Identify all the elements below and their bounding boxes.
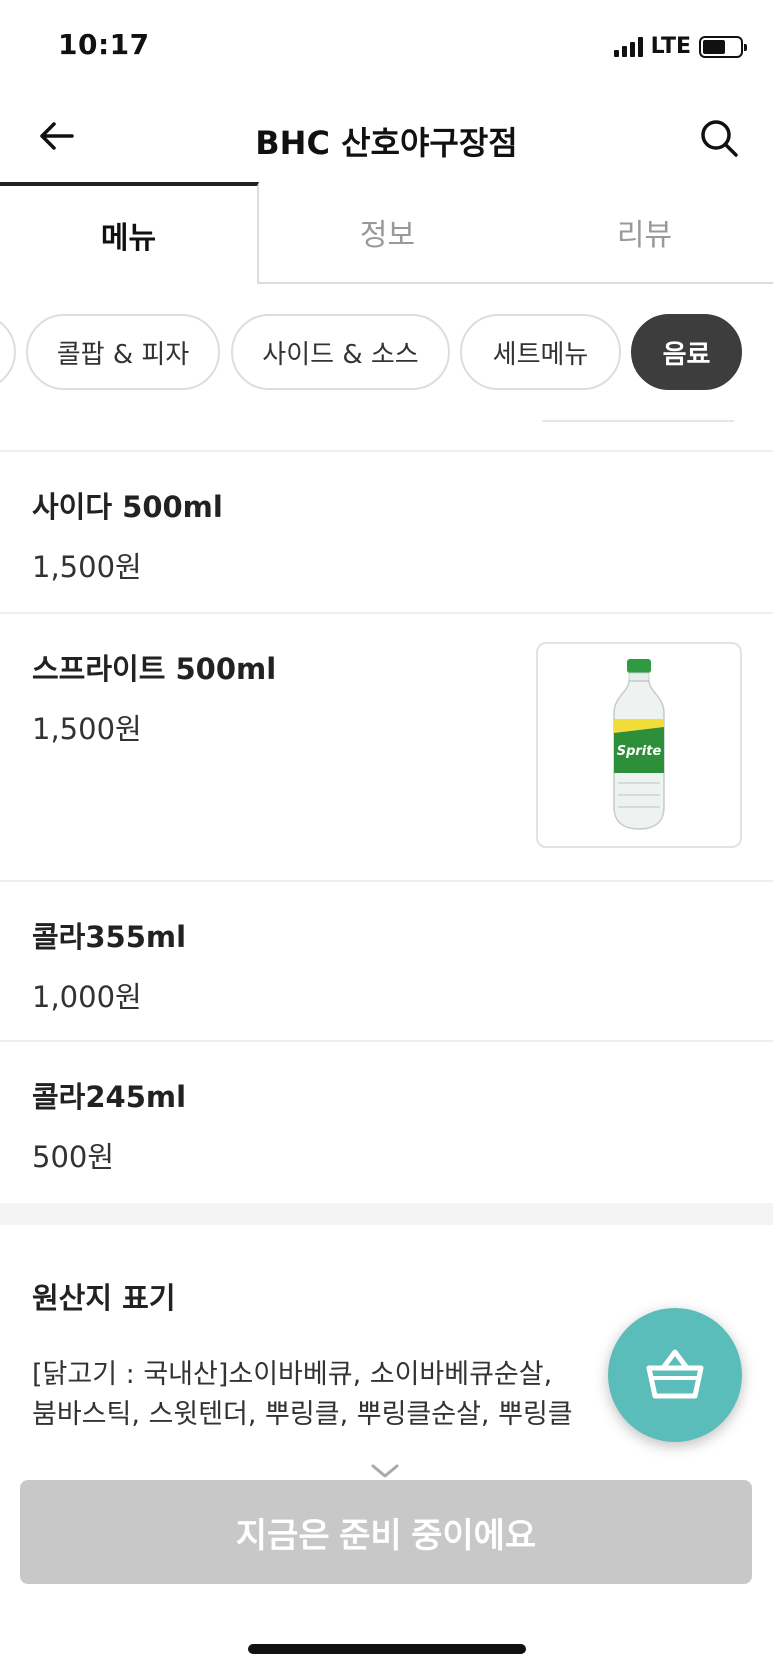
menu-item-price: 1,000원 — [32, 980, 142, 1014]
search-button[interactable] — [695, 114, 743, 162]
menu-item-name: 스프라이트 500ml — [32, 652, 277, 686]
signal-icon — [613, 36, 643, 57]
menu-item-image[interactable]: Sprite — [536, 642, 742, 848]
category-chips: 콜팝 & 피자 사이드 & 소스 세트메뉴 음료 — [0, 314, 773, 390]
sprite-bottle-icon: Sprite — [613, 659, 665, 830]
category-chip-previous[interactable] — [0, 314, 16, 390]
store-title: BHC 산호야구장점 — [255, 124, 518, 162]
chevron-down-icon[interactable] — [370, 1462, 400, 1482]
tab-info[interactable]: 정보 — [259, 182, 516, 284]
status-time: 10:17 — [58, 28, 150, 61]
menu-item[interactable]: 스프라이트 500ml 1,500원 Sprite — [0, 612, 773, 880]
svg-text:Sprite: Sprite — [617, 744, 662, 759]
menu-item-price: 1,500원 — [32, 550, 142, 584]
status-bar: 10:17 LTE — [0, 0, 773, 96]
menu-item[interactable]: 사이다 500ml 1,500원 — [0, 450, 773, 612]
cart-button[interactable] — [608, 1308, 742, 1442]
basket-icon — [646, 1349, 704, 1399]
menu-item-price: 500원 — [32, 1140, 115, 1174]
menu-item-name: 콜라245ml — [32, 1080, 187, 1114]
menu-list: 사이다 500ml 1,500원 스프라이트 500ml 1,500원 Spri… — [0, 450, 773, 1203]
tab-menu[interactable]: 메뉴 — [0, 182, 259, 284]
origin-text-line: 붐바스틱, 스윗텐더, 뿌링클, 뿌링클순살, 뿌링클 — [32, 1399, 573, 1430]
battery-icon — [699, 35, 747, 58]
category-chip-side-sauce[interactable]: 사이드 & 소스 — [231, 314, 450, 390]
order-button[interactable]: 지금은 준비 중이에요 — [20, 1480, 752, 1584]
origin-title: 원산지 표기 — [32, 1281, 176, 1315]
section-separator — [0, 1203, 773, 1225]
menu-item-price: 1,500원 — [32, 712, 142, 746]
search-icon — [701, 120, 738, 157]
store-tabs: 메뉴 정보 리뷰 — [0, 182, 773, 284]
status-indicators: LTE — [613, 34, 747, 59]
menu-item[interactable]: 콜라245ml 500원 — [0, 1040, 773, 1203]
app-header: BHC 산호야구장점 — [0, 96, 773, 184]
category-chip-drinks[interactable]: 음료 — [631, 314, 742, 390]
home-indicator — [248, 1644, 526, 1654]
category-chip-colpop-pizza[interactable]: 콜팝 & 피자 — [26, 314, 220, 390]
tab-review[interactable]: 리뷰 — [516, 182, 773, 284]
origin-text: [닭고기 : 국내산]소이바베큐, 소이바베큐순살, 붐바스틱, 스윗텐더, 뿌… — [32, 1355, 632, 1435]
category-chip-set-menu[interactable]: 세트메뉴 — [460, 314, 621, 390]
menu-item[interactable]: 콜라355ml 1,000원 — [0, 880, 773, 1040]
origin-text-line: [닭고기 : 국내산]소이바베큐, 소이바베큐순살, — [32, 1359, 553, 1390]
menu-item-name: 콜라355ml — [32, 920, 187, 954]
menu-item-name: 사이다 500ml — [32, 490, 223, 524]
divider — [542, 420, 734, 422]
network-label: LTE — [650, 34, 691, 59]
